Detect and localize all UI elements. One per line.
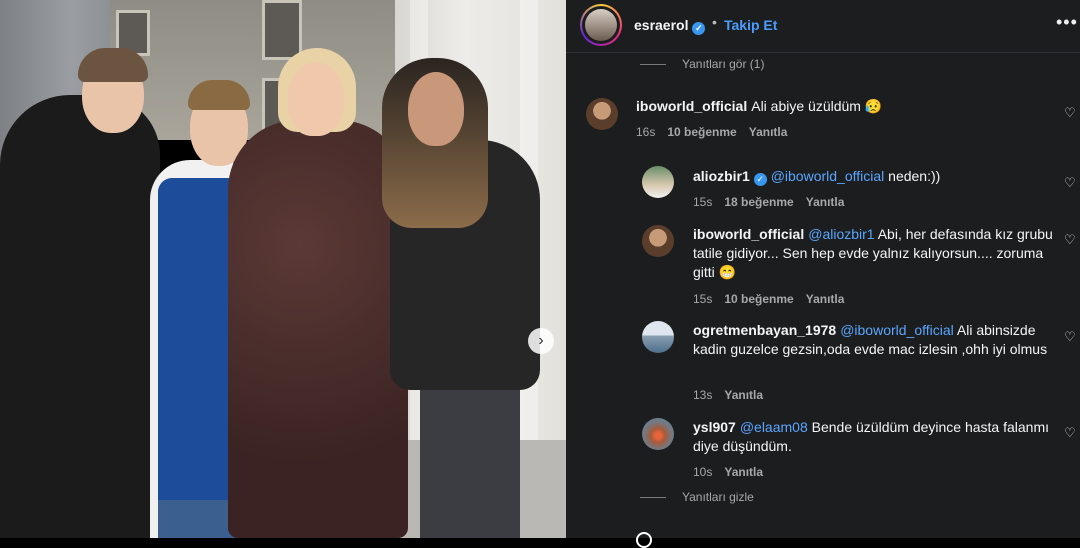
comment-text: ysl907 @elaam08 Bende üzüldüm deyince has…	[693, 418, 1053, 456]
comment-text: aliozbir1 ✓ @iboworld_official neden:))	[693, 167, 1053, 186]
comment-likes[interactable]: 18 beğenme	[724, 195, 793, 209]
reply-button[interactable]: Yanıtla	[724, 465, 763, 479]
commenter-avatar[interactable]	[642, 225, 674, 257]
reply-button[interactable]: Yanıtla	[749, 125, 788, 139]
comment-meta: 13s Yanıtla	[693, 388, 763, 402]
comment-likes[interactable]: 10 beğenme	[724, 292, 793, 306]
post-photo[interactable]: ›	[0, 0, 566, 538]
comment-likes[interactable]: 10 beğenme	[667, 125, 736, 139]
comments-panel: esraerol ✓ • Takip Et ••• Yanıtları gör …	[566, 0, 1080, 548]
photo-person-3	[228, 120, 408, 538]
comment-time: 16s	[636, 125, 656, 139]
comment-text: iboworld_official Ali abiye üzüldüm 😥	[636, 97, 1036, 116]
photo-person-1	[0, 95, 160, 538]
comment-username[interactable]: iboworld_official	[636, 98, 747, 114]
photo-face-3b	[288, 62, 344, 136]
comment-mention[interactable]: @iboworld_official	[840, 322, 954, 338]
comment-meta: 16s 10 beğenme Yanıtla	[636, 125, 787, 139]
photo-building-background	[110, 0, 400, 140]
comment-mention[interactable]: @aliozbir1	[808, 226, 874, 242]
partial-icon	[636, 532, 652, 548]
comment-meta: 15s 10 beğenme Yanıtla	[693, 292, 844, 306]
comment-body: Ali abiye üzüldüm 😥	[751, 98, 883, 114]
commenter-avatar[interactable]	[642, 321, 674, 353]
photo-leggings	[420, 390, 520, 538]
next-image-button[interactable]: ›	[528, 328, 554, 354]
comment-body: neden:))	[884, 168, 941, 184]
heart-icon[interactable]: ♡	[1064, 106, 1076, 119]
comment-meta: 15s 18 beğenme Yanıtla	[693, 195, 844, 209]
comment-meta: 10s Yanıtla	[693, 465, 763, 479]
verified-badge-icon: ✓	[753, 173, 767, 186]
comment-text: ogretmenbayan_1978 @iboworld_official Ali…	[693, 321, 1053, 359]
photo-window	[262, 0, 302, 60]
commenter-avatar[interactable]	[642, 166, 674, 198]
photo-jeans	[158, 500, 238, 538]
comment-time: 10s	[693, 465, 713, 479]
view-replies-toggle[interactable]: Yanıtları gör (1)	[640, 57, 764, 71]
hide-replies-toggle[interactable]: Yanıtları gizle	[640, 490, 754, 504]
comment-username[interactable]: iboworld_official	[693, 226, 804, 242]
photo-hair-1	[78, 48, 148, 82]
comment-time: 15s	[693, 292, 713, 306]
photo-face-4	[408, 72, 464, 146]
author-avatar[interactable]	[580, 4, 622, 46]
reply-button[interactable]: Yanıtla	[806, 292, 845, 306]
photo-hair-2	[188, 80, 250, 110]
commenter-avatar[interactable]	[586, 98, 618, 130]
heart-icon[interactable]: ♡	[1064, 233, 1076, 246]
follow-button[interactable]: Takip Et	[724, 17, 777, 33]
reply-button[interactable]: Yanıtla	[806, 195, 845, 209]
heart-icon[interactable]: ♡	[1064, 330, 1076, 343]
commenter-avatar[interactable]	[642, 418, 674, 450]
chevron-right-icon: ›	[538, 332, 544, 349]
comment-time: 13s	[693, 388, 713, 402]
reply-button[interactable]: Yanıtla	[724, 388, 763, 402]
post-header: esraerol ✓ • Takip Et •••	[566, 0, 1080, 53]
comment-time: 15s	[693, 195, 713, 209]
heart-icon[interactable]: ♡	[1064, 426, 1076, 439]
comment-mention[interactable]: @elaam08	[740, 419, 808, 435]
comment-mention[interactable]: @iboworld_official	[771, 168, 885, 184]
heart-icon[interactable]: ♡	[1064, 176, 1076, 189]
comment-text: iboworld_official @aliozbir1 Abi, her def…	[693, 225, 1053, 282]
comment-username[interactable]: ysl907	[693, 419, 736, 435]
author-username[interactable]: esraerol ✓	[634, 17, 706, 35]
comment-username[interactable]: ogretmenbayan_1978	[693, 322, 836, 338]
ellipsis-icon[interactable]: •••	[1056, 12, 1078, 33]
instagram-post-view: › esraerol ✓ • Takip Et ••• Yanıtları gö…	[0, 0, 1080, 548]
verified-badge-icon: ✓	[692, 22, 706, 35]
header-separator: •	[712, 14, 717, 30]
comment-username[interactable]: aliozbir1	[693, 168, 750, 184]
